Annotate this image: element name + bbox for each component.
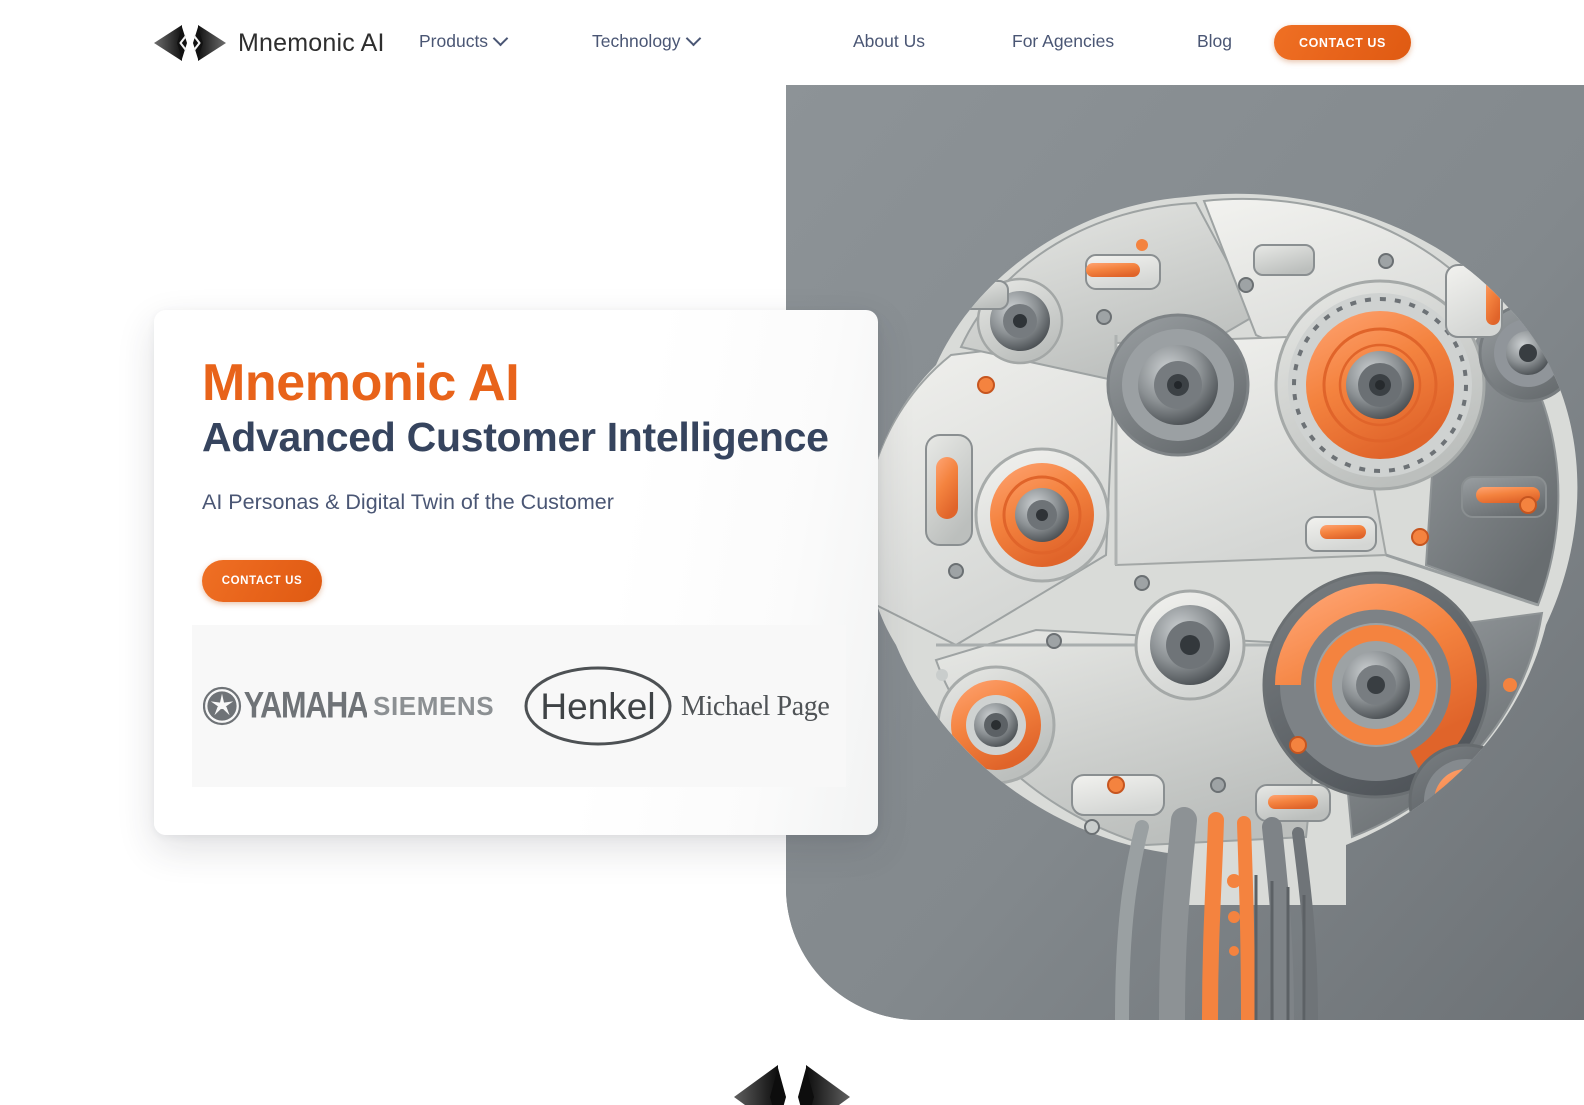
brand-logo-link[interactable]: Mnemonic AI <box>152 20 385 66</box>
henkel-logo-icon: Henkel <box>524 666 672 746</box>
hero-contact-us-button[interactable]: CONTACT US <box>202 560 322 602</box>
page-root: Mnemonic AI Products Technology About Us… <box>0 0 1584 1105</box>
siemens-logo-icon: SIEMENS <box>373 691 494 721</box>
client-logo-michael-page: Michael Page <box>679 625 846 787</box>
hero-title-secondary: Advanced Customer Intelligence <box>202 414 829 460</box>
nav-item-about-us[interactable]: About Us <box>853 31 925 52</box>
chevron-down-icon <box>685 30 701 47</box>
header-contact-us-button[interactable]: CONTACT US <box>1274 25 1411 60</box>
nav-item-for-agencies[interactable]: For Agencies <box>1012 31 1114 52</box>
hero-subtitle: AI Personas & Digital Twin of the Custom… <box>202 490 614 514</box>
nav-item-products[interactable]: Products <box>419 30 509 52</box>
nav-item-technology[interactable]: Technology <box>592 30 701 52</box>
client-logo-siemens: SIEMENS <box>369 625 517 787</box>
mnemonic-double-arrow-logo-large-icon <box>734 1065 850 1105</box>
michael-page-logo-icon: Michael Page <box>681 691 830 722</box>
nav-item-label: Technology <box>592 31 681 51</box>
yamaha-logo-icon: YAMAHA <box>202 686 367 726</box>
svg-text:YAMAHA: YAMAHA <box>244 686 367 726</box>
client-logo-strip: YAMAHA SIEMENS Henkel Michael Page <box>192 625 846 787</box>
svg-text:Michael Page: Michael Page <box>681 691 829 722</box>
nav-item-label: Blog <box>1197 31 1233 51</box>
mnemonic-double-arrow-logo-icon <box>154 25 226 61</box>
hero-card: Mnemonic AI Advanced Customer Intelligen… <box>154 310 878 835</box>
hero-title-primary: Mnemonic AI <box>202 354 520 412</box>
chevron-down-icon <box>492 30 509 47</box>
below-fold-logo-peek <box>0 1055 1584 1105</box>
nav-item-label: Products <box>419 31 489 51</box>
svg-text:SIEMENS: SIEMENS <box>373 691 494 721</box>
client-logo-yamaha: YAMAHA <box>200 625 369 787</box>
mechanical-brain-illustration-icon <box>786 85 1584 1020</box>
brand-name: Mnemonic AI <box>238 28 385 57</box>
hero-brain-image <box>786 85 1584 1020</box>
nav-item-label: For Agencies <box>1012 31 1115 51</box>
nav-item-blog[interactable]: Blog <box>1197 31 1232 52</box>
site-header: Mnemonic AI Products Technology About Us… <box>0 0 1584 85</box>
nav-item-label: About Us <box>853 31 925 51</box>
svg-text:Henkel: Henkel <box>540 686 655 727</box>
client-logo-henkel: Henkel <box>517 625 679 787</box>
